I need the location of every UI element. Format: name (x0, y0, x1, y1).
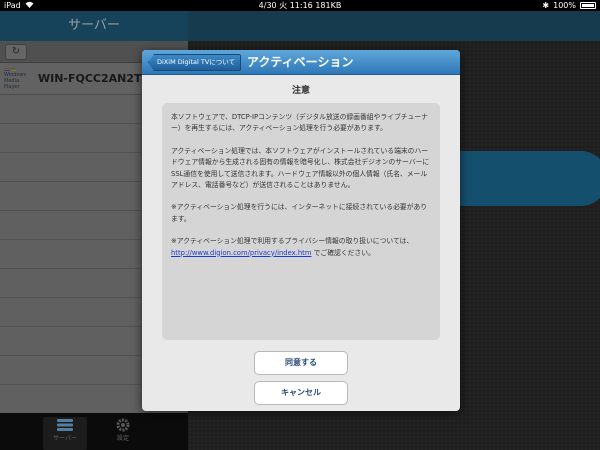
agree-button[interactable]: 同意する (254, 351, 348, 375)
activation-dialog: DiXiM Digital TVについて アクティベーション 注意 本ソフトウェ… (142, 50, 460, 411)
privacy-text-before: ※アクティベーション処理で利用するプライバシー情報の取り扱いについては、 (171, 237, 414, 246)
privacy-text-after: でご確認ください。 (311, 248, 375, 257)
battery-icon (580, 2, 596, 9)
notice-heading: 注意 (291, 86, 310, 96)
battery-percent: 100% (553, 1, 576, 10)
status-time: 4/30 火 11:16 181KB (258, 1, 342, 10)
notice-paragraph: 本ソフトウェアで、DTCP-IPコンテンツ（デジタル放送の録画番組やライブチュー… (171, 113, 428, 133)
notice-text-box: 本ソフトウェアで、DTCP-IPコンテンツ（デジタル放送の録画番組やライブチュー… (162, 103, 440, 340)
notice-paragraph: ※アクティベーション処理を行うには、インターネットに接続されている必要があります… (171, 203, 428, 223)
notice-paragraph: アクティベーション処理では、本ソフトウェアがインストールされている端末のハードウ… (171, 146, 430, 190)
status-bar: iPad 4/30 火 11:16 181KB ✱ 100% (0, 0, 600, 11)
back-button[interactable]: DiXiM Digital TVについて (148, 54, 242, 71)
privacy-link[interactable]: http://www.digion.com/privacy/index.htm (171, 249, 311, 257)
bluetooth-icon: ✱ (542, 1, 550, 10)
cancel-button[interactable]: キャンセル (254, 381, 348, 405)
dialog-title: アクティベーション (247, 55, 354, 69)
privacy-paragraph: ※アクティベーション処理で利用するプライバシー情報の取り扱いについては、 http… (171, 236, 431, 259)
dialog-nav-bar: DiXiM Digital TVについて アクティベーション (142, 50, 460, 75)
